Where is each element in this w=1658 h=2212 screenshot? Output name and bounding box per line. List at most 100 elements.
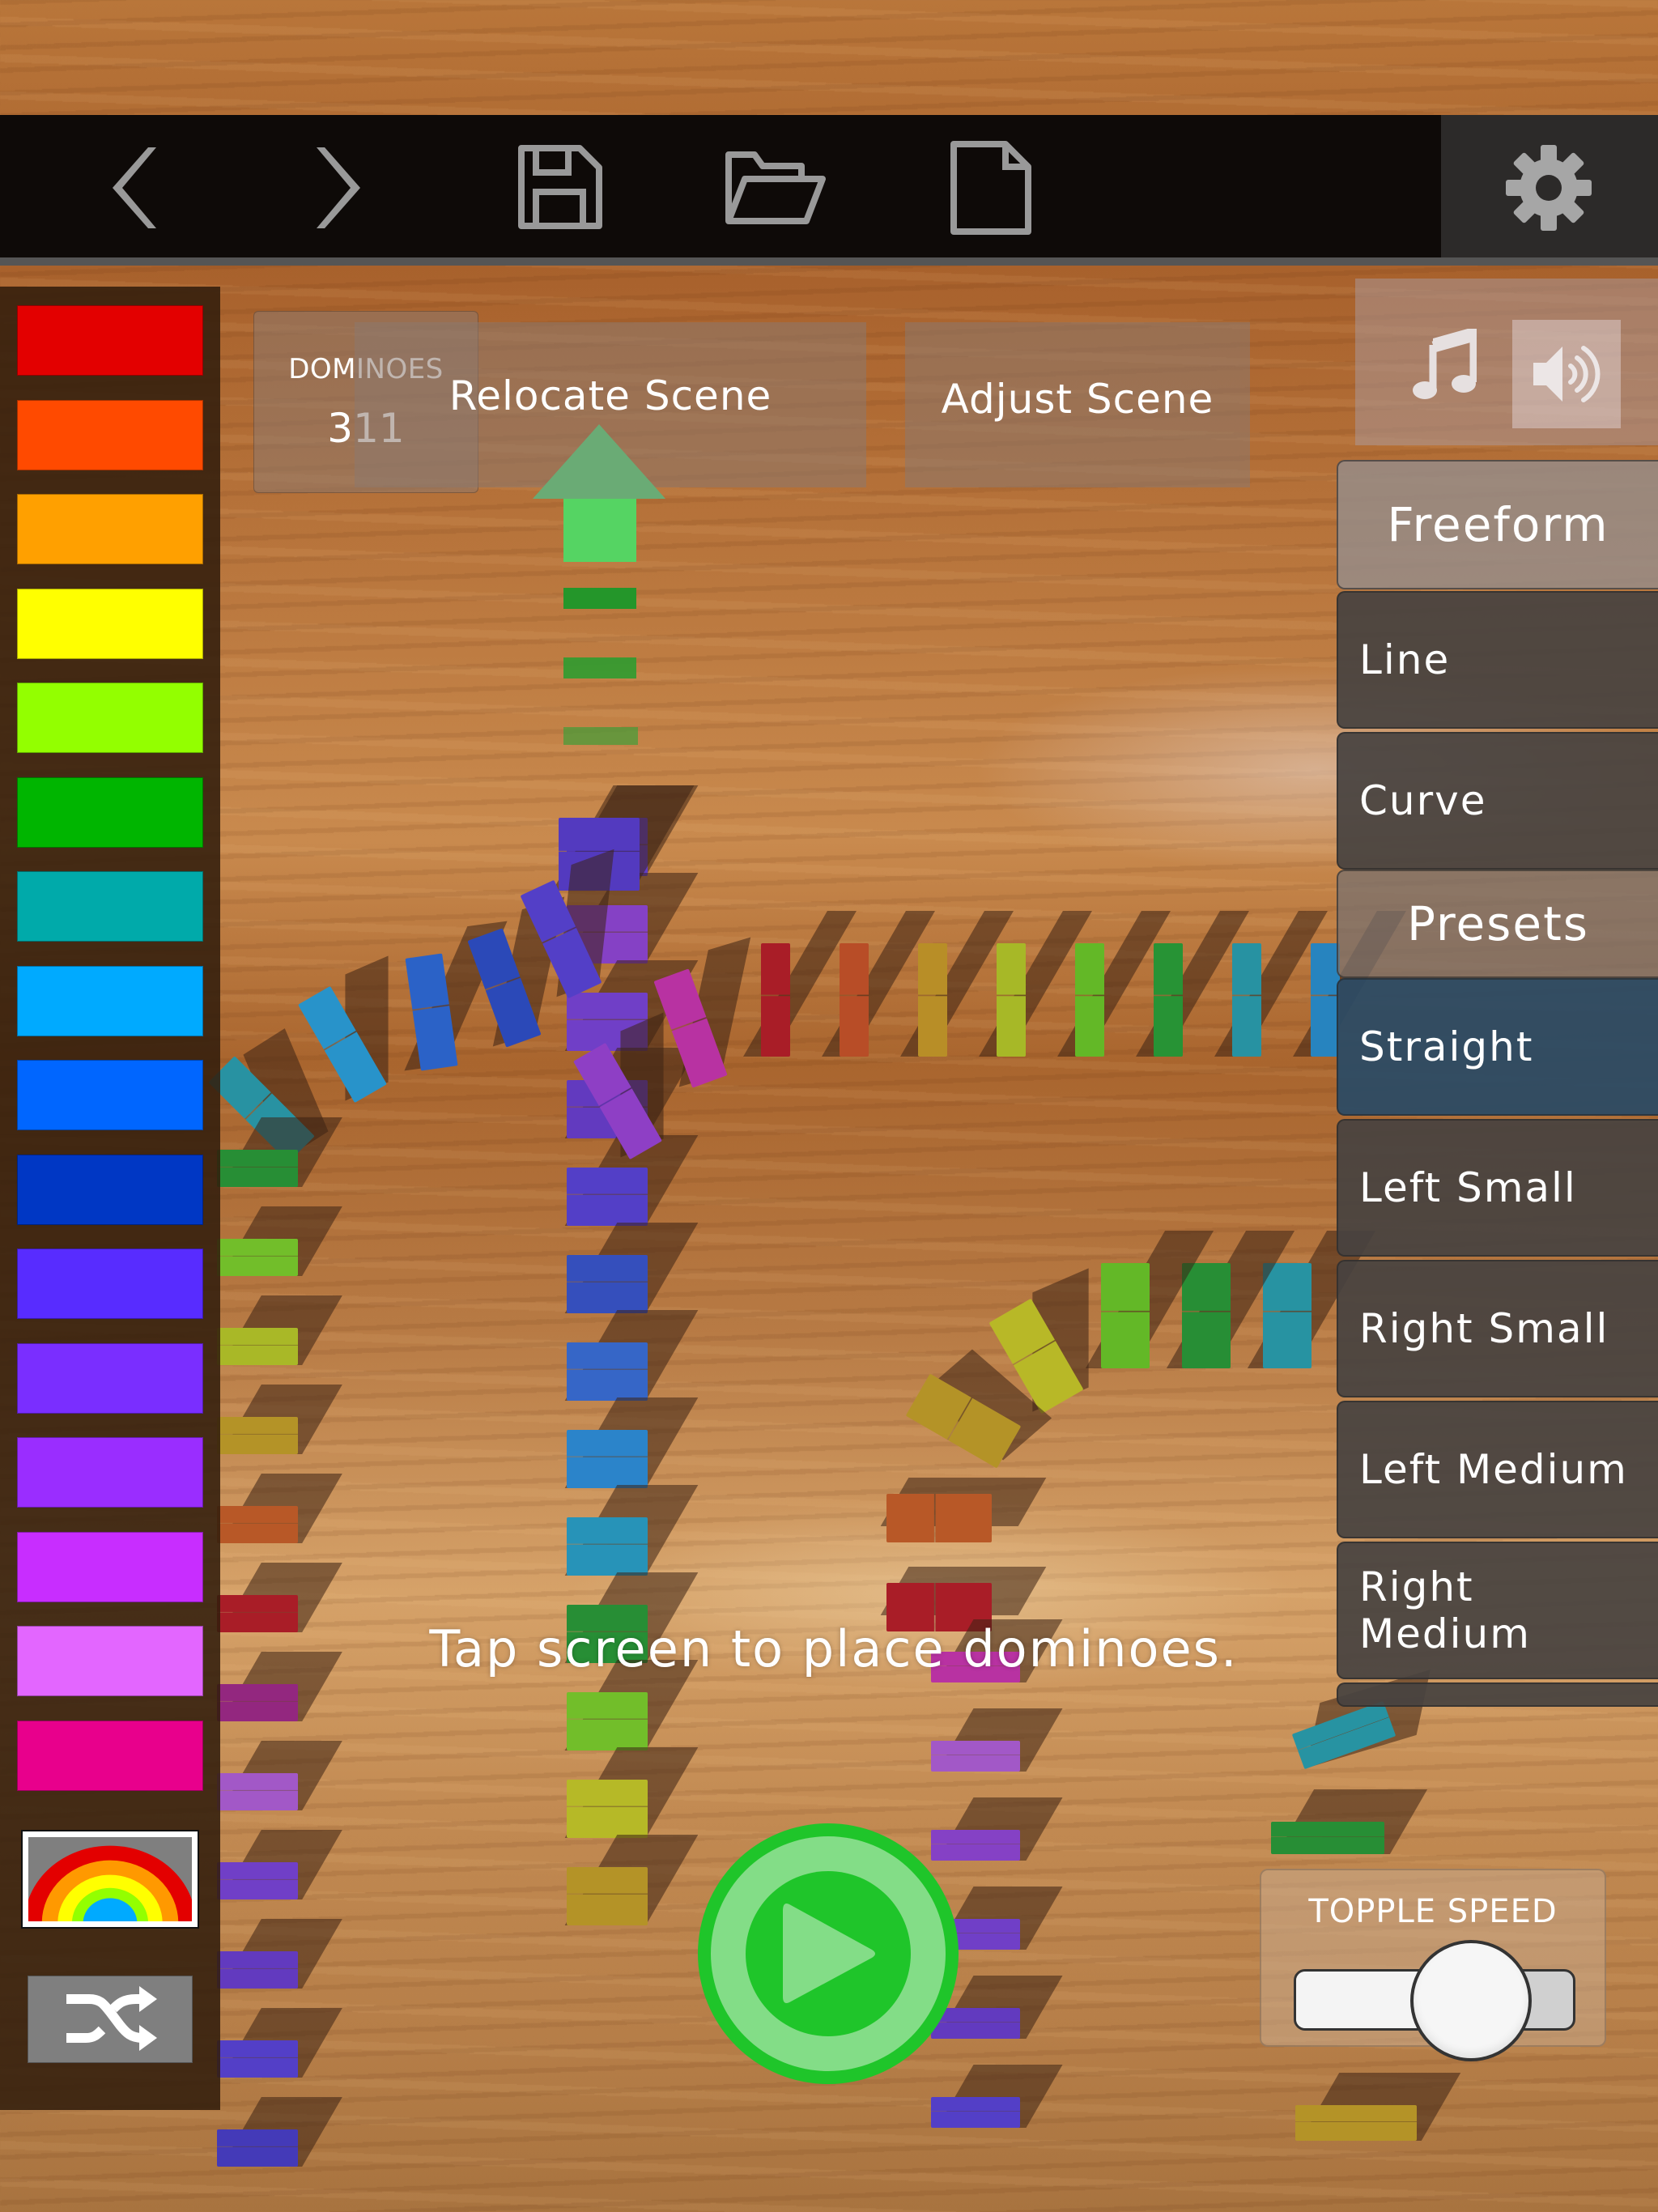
mode-item-line[interactable]: Line — [1337, 591, 1658, 729]
color-swatch[interactable] — [17, 1060, 203, 1130]
domino — [217, 1595, 298, 1632]
preset-item-left-medium[interactable]: Left Medium — [1337, 1401, 1658, 1538]
relocate-scene-label: Relocate Scene — [449, 372, 772, 419]
preset-item-right-medium[interactable]: Right Medium — [1337, 1542, 1658, 1679]
domino — [217, 1150, 298, 1187]
domino — [918, 943, 947, 1057]
domino — [217, 2129, 298, 2167]
domino — [1154, 943, 1183, 1057]
domino — [217, 1951, 298, 1989]
color-swatch[interactable] — [17, 683, 203, 753]
preset-item-right-small[interactable]: Right Small — [1337, 1260, 1658, 1397]
domino — [567, 1692, 648, 1750]
freeform-header: Freeform — [1337, 460, 1658, 589]
music-note-icon — [1413, 329, 1477, 399]
color-swatch[interactable] — [17, 965, 203, 1036]
presets-header-label: Presets — [1406, 896, 1590, 951]
shuffle-colors-button[interactable] — [28, 1976, 193, 2063]
domino — [567, 1342, 648, 1401]
play-button[interactable] — [698, 1823, 959, 2084]
domino — [761, 943, 790, 1057]
preset-item-label: Straight — [1359, 1023, 1534, 1070]
domino — [217, 1328, 298, 1365]
undo-button[interactable] — [78, 139, 183, 236]
mode-item-curve[interactable]: Curve — [1337, 732, 1658, 870]
topple-speed-label: TOPPLE SPEED — [1308, 1893, 1558, 1930]
audio-controls — [1355, 279, 1658, 445]
top-toolbar — [0, 115, 1658, 266]
mode-item-label: Curve — [1359, 777, 1487, 824]
preset-item-label: Left Small — [1359, 1164, 1577, 1211]
sound-toggle-button[interactable] — [1512, 320, 1621, 428]
domino — [931, 1830, 1020, 1861]
open-button[interactable] — [722, 139, 827, 236]
domino — [1271, 1822, 1384, 1854]
domino — [217, 1506, 298, 1543]
domino — [217, 2040, 298, 2078]
domino — [1101, 1263, 1150, 1368]
color-swatch[interactable] — [17, 1154, 203, 1225]
presets-header: Presets — [1337, 870, 1658, 978]
new-file-button[interactable] — [939, 139, 1044, 236]
color-swatch[interactable] — [17, 588, 203, 659]
floppy-disk-icon — [518, 145, 602, 229]
domino — [217, 1773, 298, 1810]
domino — [567, 1517, 648, 1576]
domino — [1182, 1263, 1231, 1368]
color-swatch[interactable] — [17, 1342, 203, 1414]
preset-item-label: Right Medium — [1359, 1563, 1531, 1657]
save-button[interactable] — [508, 139, 614, 236]
domino — [217, 1684, 298, 1721]
menu-overflow-edge[interactable] — [1337, 1682, 1658, 1707]
chevron-left-icon — [113, 147, 156, 228]
domino — [886, 1494, 992, 1542]
slider-thumb[interactable] — [1410, 1940, 1533, 2061]
settings-button[interactable] — [1496, 139, 1601, 236]
color-swatch[interactable] — [17, 305, 203, 376]
placement-arrow-icon — [533, 424, 665, 745]
color-swatch[interactable] — [17, 1626, 203, 1696]
color-palette — [0, 287, 220, 2110]
topple-speed-panel: TOPPLE SPEED — [1260, 1869, 1606, 2061]
adjust-scene-button[interactable]: Adjust Scene — [905, 322, 1250, 487]
domino — [1075, 943, 1104, 1057]
rainbow-icon — [28, 1845, 192, 1921]
color-swatch[interactable] — [17, 1437, 203, 1508]
domino — [217, 1417, 298, 1454]
domino — [567, 1780, 648, 1838]
domino — [931, 2097, 1020, 2128]
mode-item-label: Line — [1359, 636, 1451, 683]
preset-item-straight[interactable]: Straight — [1337, 978, 1658, 1116]
domino — [840, 943, 869, 1057]
redo-button[interactable] — [290, 139, 395, 236]
preset-item-left-small[interactable]: Left Small — [1337, 1119, 1658, 1257]
color-swatch[interactable] — [17, 399, 203, 470]
play-icon — [783, 1904, 875, 2003]
domino — [217, 1862, 298, 1899]
folder-open-icon — [725, 151, 826, 224]
color-swatch[interactable] — [17, 1531, 203, 1602]
color-swatch[interactable] — [17, 1720, 203, 1791]
color-swatch[interactable] — [17, 494, 203, 564]
domino — [567, 1430, 648, 1488]
gear-icon — [1506, 145, 1592, 231]
rainbow-mode-button[interactable] — [21, 1830, 199, 1929]
chevron-right-icon — [317, 147, 360, 228]
color-swatch[interactable] — [17, 871, 203, 942]
domino — [567, 1168, 648, 1226]
domino — [1295, 2105, 1417, 2141]
adjust-scene-label: Adjust Scene — [941, 376, 1214, 423]
domino — [1311, 943, 1340, 1057]
color-swatch[interactable] — [17, 1249, 203, 1319]
domino — [217, 1239, 298, 1276]
domino — [567, 1255, 648, 1313]
preset-item-label: Right Small — [1359, 1305, 1609, 1352]
domino — [931, 1741, 1020, 1772]
shuffle-icon — [66, 1986, 157, 2051]
freeform-header-label: Freeform — [1387, 497, 1609, 552]
domino — [567, 1867, 648, 1925]
placement-hint: Tap screen to place dominoes. — [429, 1619, 1239, 1678]
music-toggle-button[interactable] — [1404, 321, 1485, 410]
speaker-volume-icon — [1533, 346, 1601, 402]
color-swatch[interactable] — [17, 776, 203, 848]
